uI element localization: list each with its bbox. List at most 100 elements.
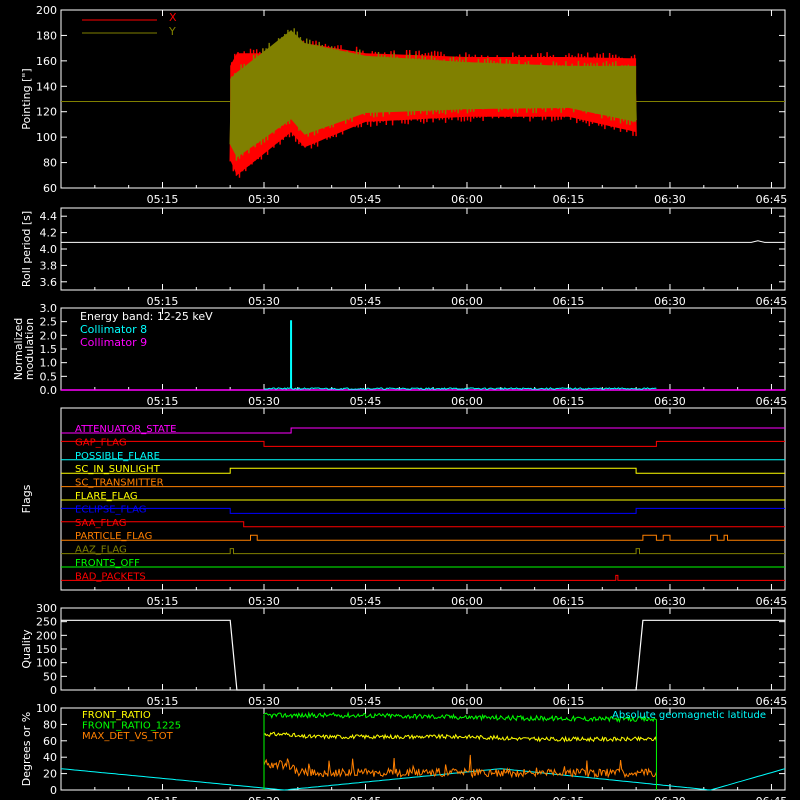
roll-ytick-label: 3.8 bbox=[40, 259, 58, 272]
flag-label: PARTICLE_FLAG bbox=[75, 531, 152, 542]
ratios-xtick-label: 05:30 bbox=[248, 795, 280, 800]
ratios-xtick-label: 06:15 bbox=[553, 795, 585, 800]
pointing-xtick-label: 06:45 bbox=[756, 193, 788, 206]
modulation-xtick-label: 05:15 bbox=[147, 395, 179, 408]
modulation-xtick-label: 06:15 bbox=[553, 395, 585, 408]
ratios-ylabel: Degrees or % bbox=[20, 712, 33, 786]
flag-label: AAZ_FLAG bbox=[75, 545, 127, 556]
roll-ytick-label: 4.0 bbox=[40, 243, 58, 256]
rhessi-summary-plot: 05:15 05:30 05:45 06:00 06:15 06:30 06:45 60 80 1… bbox=[0, 0, 800, 800]
roll-xtick-label: 05:30 bbox=[248, 295, 280, 308]
quality-ylabel: Quality bbox=[20, 629, 33, 669]
ratios-xtick-label: 06:00 bbox=[451, 795, 483, 800]
flag-label: SC_TRANSMITTER bbox=[75, 478, 164, 489]
ratios-legend-label: FRONT_RATIO_1225 bbox=[82, 721, 181, 732]
modulation-ytick-label: 2.0 bbox=[40, 329, 58, 342]
roll-xtick-label: 05:15 bbox=[147, 295, 179, 308]
quality-xtick-label: 06:30 bbox=[654, 695, 686, 708]
flags-xtick-label: 06:30 bbox=[654, 595, 686, 608]
modulation-xtick-label: 06:30 bbox=[654, 395, 686, 408]
roll-xtick-label: 06:30 bbox=[654, 295, 686, 308]
flags-xtick-label: 05:30 bbox=[248, 595, 280, 608]
roll-xtick-label: 06:45 bbox=[756, 295, 788, 308]
legend-collimator-9: Collimator 9 bbox=[80, 336, 147, 349]
quality-ytick-label: 200 bbox=[36, 629, 57, 642]
ratios-ylabel-line: Degrees or % bbox=[20, 712, 33, 786]
legend-y-label: Y bbox=[168, 25, 176, 38]
modulation-legend-title: Energy band: 12-25 keV bbox=[80, 310, 213, 323]
geomagnetic-annotation: Absolute geomagnetic latitude bbox=[612, 710, 766, 721]
ratios-xtick-label: 06:45 bbox=[756, 795, 788, 800]
roll-ylabel-line: Roll period [s] bbox=[20, 211, 33, 287]
modulation-xtick-label: 06:45 bbox=[756, 395, 788, 408]
flag-label: SAA_FLAG bbox=[75, 518, 126, 529]
ratios-legend-label: FRONT_RATIO bbox=[82, 710, 151, 721]
roll-xtick-label: 05:45 bbox=[350, 295, 382, 308]
flag-label: ATTENUATOR_STATE bbox=[75, 424, 176, 435]
roll-xtick-label: 06:15 bbox=[553, 295, 585, 308]
pointing-ytick-label: 180 bbox=[36, 29, 57, 42]
flag-label: FRONTS_OFF bbox=[75, 558, 140, 569]
pointing-ylabel-line: Pointing ["] bbox=[20, 68, 33, 129]
modulation-xtick-label: 05:30 bbox=[248, 395, 280, 408]
roll-xtick-label: 06:00 bbox=[451, 295, 483, 308]
roll-ytick-label: 4.4 bbox=[40, 210, 58, 223]
pointing-ytick-label: 80 bbox=[43, 157, 57, 170]
pointing-xtick-label: 05:30 bbox=[248, 193, 280, 206]
modulation-ytick-label: 3.0 bbox=[40, 302, 58, 315]
flags-xtick-label: 06:45 bbox=[756, 595, 788, 608]
modulation-ytick-label: 0.0 bbox=[40, 384, 58, 397]
pointing-ylabel: Pointing ["] bbox=[20, 68, 33, 129]
pointing-xtick-label: 06:30 bbox=[654, 193, 686, 206]
modulation-xtick-label: 06:00 bbox=[451, 395, 483, 408]
modulation-ytick-label: 1.5 bbox=[40, 343, 58, 356]
quality-ytick-label: 50 bbox=[43, 670, 57, 683]
flag-label: SC_IN_SUNLIGHT bbox=[75, 464, 161, 475]
modulation-ylabel: Normalizedmodulation bbox=[12, 318, 36, 380]
flags-xtick-label: 06:00 bbox=[451, 595, 483, 608]
flags-ylabel: Flags bbox=[20, 484, 33, 513]
pointing-ytick-label: 140 bbox=[36, 80, 57, 93]
quality-ytick-label: 0 bbox=[50, 684, 57, 697]
quality-xtick-label: 05:30 bbox=[248, 695, 280, 708]
flag-label: GAP_FLAG bbox=[75, 437, 127, 448]
ratios-xtick-label: 06:30 bbox=[654, 795, 686, 800]
ratios-ytick-label: 100 bbox=[36, 702, 57, 715]
pointing-xtick-label: 06:15 bbox=[553, 193, 585, 206]
quality-ytick-label: 100 bbox=[36, 657, 57, 670]
flag-label: ECLIPSE_FLAG bbox=[75, 504, 146, 515]
pointing-ytick-label: 160 bbox=[36, 55, 57, 68]
quality-xtick-label: 06:15 bbox=[553, 695, 585, 708]
modulation-ytick-label: 2.5 bbox=[40, 316, 58, 329]
quality-ytick-label: 250 bbox=[36, 616, 57, 629]
pointing-ytick-label: 100 bbox=[36, 131, 57, 144]
modulation-ytick-label: 1.0 bbox=[40, 357, 58, 370]
ratios-ytick-label: 60 bbox=[43, 735, 57, 748]
pointing-ytick-label: 120 bbox=[36, 106, 57, 119]
quality-ylabel-line: Quality bbox=[20, 629, 33, 669]
pointing-ytick-label: 60 bbox=[43, 182, 57, 195]
roll-ytick-label: 3.6 bbox=[40, 276, 58, 289]
ratios-xtick-label: 05:45 bbox=[350, 795, 382, 800]
pointing-xtick-label: 06:00 bbox=[451, 193, 483, 206]
ratios-legend-label: MAX_DET_VS_TOT bbox=[82, 731, 174, 742]
quality-xtick-label: 05:15 bbox=[147, 695, 179, 708]
flag-label: POSSIBLE_FLARE bbox=[75, 451, 160, 462]
pointing-ytick-label: 200 bbox=[36, 4, 57, 17]
ratios-xtick-label: 05:15 bbox=[147, 795, 179, 800]
quality-ytick-label: 150 bbox=[36, 643, 57, 656]
ratios-ytick-label: 20 bbox=[43, 768, 57, 781]
roll-ylabel: Roll period [s] bbox=[20, 211, 33, 287]
quality-ytick-label: 300 bbox=[36, 602, 57, 615]
flag-label: BAD_PACKETS bbox=[75, 571, 146, 582]
ratios-ytick-label: 40 bbox=[43, 751, 57, 764]
flags-ylabel-line: Flags bbox=[20, 484, 33, 513]
legend-collimator-8: Collimator 8 bbox=[80, 323, 147, 336]
quality-xtick-label: 06:45 bbox=[756, 695, 788, 708]
flags-xtick-label: 06:15 bbox=[553, 595, 585, 608]
pointing-xtick-label: 05:45 bbox=[350, 193, 382, 206]
flag-label: FLARE_FLAG bbox=[75, 491, 138, 502]
quality-xtick-label: 06:00 bbox=[451, 695, 483, 708]
legend-x-label: X bbox=[169, 11, 177, 24]
flags-xtick-label: 05:45 bbox=[350, 595, 382, 608]
